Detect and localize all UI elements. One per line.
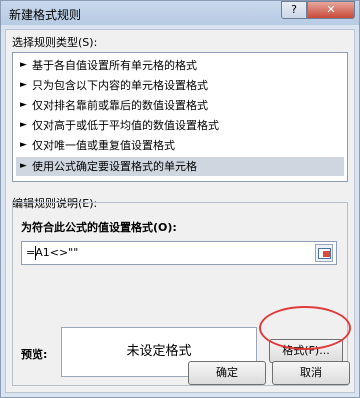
rule-item-contains[interactable]: ► 只为包含以下内容的单元格设置格式 [16,76,344,95]
arrow-icon: ► [20,60,27,70]
arrow-icon: ► [20,120,27,130]
new-format-rule-dialog: 新建格式规则 ? ✕ 选择规则类型(S): ► 基于各自值设置所有单元格的格式 … [0,0,360,398]
help-button[interactable]: ? [281,1,307,19]
range-select-arrow-icon [323,251,330,257]
close-button[interactable]: ✕ [307,1,355,19]
rule-type-list[interactable]: ► 基于各自值设置所有单元格的格式 ► 只为包含以下内容的单元格设置格式 ► 仅… [12,52,348,182]
rule-item-top-bottom[interactable]: ► 仅对排名靠前或靠后的数值设置格式 [16,96,344,115]
arrow-icon: ► [20,140,27,150]
formula-label: 为符合此公式的值设置格式(O): [21,221,177,234]
rule-item-label: 只为包含以下内容的单元格设置格式 [32,79,208,92]
preview-label: 预览: [21,348,48,361]
arrow-icon: ► [20,100,27,110]
window-title: 新建格式规则 [9,8,82,22]
rule-type-label: 选择规则类型(S): [12,36,98,49]
arrow-icon: ► [20,80,27,90]
rule-item-color-scale[interactable]: ► 基于各自值设置所有单元格的格式 [16,56,344,75]
rule-item-unique-duplicate[interactable]: ► 仅对唯一值或重复值设置格式 [16,136,344,155]
formula-value: =A1<>"" [26,246,79,259]
rule-description-panel: 为符合此公式的值设置格式(O): =A1<>"" 预览: 未设定格式 格式(F)… [12,202,348,386]
title-bar: 新建格式规则 ? ✕ [1,1,359,25]
text-caret [35,246,36,260]
ok-button[interactable]: 确定 [188,361,266,385]
formula-input[interactable]: =A1<>"" [21,241,337,265]
rule-item-use-formula[interactable]: ► 使用公式确定要设置格式的单元格 [16,157,344,176]
rule-item-label: 使用公式确定要设置格式的单元格 [32,160,197,173]
rule-item-label: 仅对排名靠前或靠后的数值设置格式 [32,99,208,112]
rule-item-above-below-average[interactable]: ► 仅对高于或低于平均值的数值设置格式 [16,116,344,135]
rule-item-label: 仅对高于或低于平均值的数值设置格式 [32,119,219,132]
cancel-button[interactable]: 取消 [272,361,350,385]
arrow-icon: ► [20,161,27,171]
rule-item-label: 仅对唯一值或重复值设置格式 [32,139,175,152]
collapse-dialog-button[interactable] [315,244,333,262]
format-button[interactable]: 格式(F)... [269,339,343,363]
dialog-content: 选择规则类型(S): ► 基于各自值设置所有单元格的格式 ► 只为包含以下内容的… [5,29,355,393]
rule-item-label: 基于各自值设置所有单元格的格式 [32,59,197,72]
